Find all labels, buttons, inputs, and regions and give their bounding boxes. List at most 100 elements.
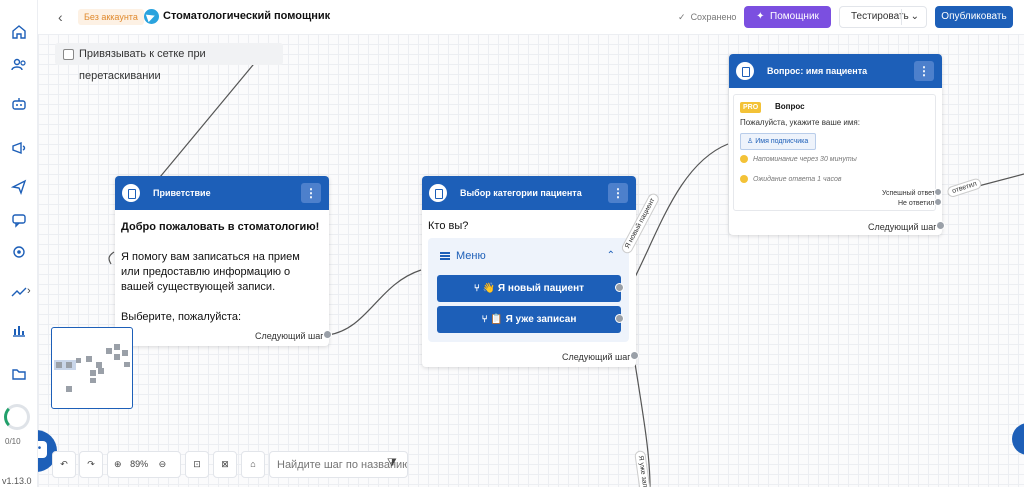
sidebar-expand-icon[interactable]: › [27,285,31,297]
analytics-icon[interactable] [11,284,27,300]
fit-view-icon[interactable]: ⊡ [185,451,209,478]
reminder-option: Напоминание через 30 минуты [740,155,857,163]
minimap-node [66,386,72,392]
menu-button-booked-label: 📋 Я уже записан [490,314,577,325]
folder-icon[interactable] [11,366,27,382]
zoom-out-icon[interactable]: ⊖ [159,459,167,469]
test-divider [901,9,902,25]
menu-icon [440,252,450,261]
edge-welcome-to-category [327,269,422,336]
onboarding-progress-ring[interactable] [4,404,30,430]
snap-to-grid-toggle[interactable]: Привязывать к сетке при перетаскивании [55,43,283,82]
menu-button-new-patient[interactable]: ⑂ 👋 Я новый пациент [437,275,621,302]
node-welcome-menu-button[interactable]: ⋮ [301,183,321,203]
onboarding-progress-label: 0/10 [5,437,21,446]
filter-icon[interactable]: ⧩ [387,457,397,470]
node-welcome-header[interactable]: Приветствие ⋮ [115,176,329,210]
save-status: ✓ Сохранено [678,12,736,23]
snap-checkbox[interactable] [63,49,74,60]
menu-label: Меню [456,250,486,262]
minimap-node [56,362,62,368]
integrations-icon[interactable] [11,244,27,260]
chevron-down-icon[interactable]: ⌄ [911,7,919,27]
category-menu: Меню ⌃ ⑂ 👋 Я новый пациент ⑂ 📋 Я уже зап… [428,238,629,342]
zoom-level: 89% [130,459,149,469]
variable-chip[interactable]: ♙ Имя подписчика [740,133,816,150]
zoom-control: ⊕ 89% ⊖ [107,451,181,478]
chevron-up-icon[interactable]: ⌃ [607,250,615,261]
zoom-in-icon[interactable]: ⊕ [114,459,122,469]
app-version: v1.13.0 [2,476,32,486]
tag-icon[interactable]: ⌂ [241,451,265,478]
node-name-question[interactable]: Вопрос: имя пациента ⋮ PRO Вопрос Пожалу… [729,54,945,235]
node-name-menu-button[interactable]: ⋮ [914,61,934,81]
home-icon[interactable] [11,24,27,40]
new-patient-output-handle[interactable] [615,283,624,292]
node-name-output-handle[interactable] [936,221,945,230]
node-name-next-step: Следующий шаг [868,222,937,232]
category-question: Кто вы? [428,220,469,232]
user-icon: ♙ [747,138,754,145]
check-icon: ✓ [678,12,686,22]
minimap[interactable] [51,327,133,409]
node-welcome-title: Приветствие [153,188,211,198]
minimap-node [90,370,96,376]
node-category-output-handle[interactable] [630,351,639,360]
minimap-node [66,362,72,368]
save-status-label: Сохранено [690,12,737,22]
output-success-handle[interactable] [934,188,942,196]
node-welcome-next-step: Следующий шаг [255,331,324,341]
flow-canvas[interactable]: Привязывать к сетке при перетаскивании П… [38,34,1024,487]
pro-badge: PRO [740,102,762,113]
node-welcome[interactable]: Приветствие ⋮ Добро пожаловать в стомато… [115,176,332,346]
users-icon[interactable] [11,57,27,73]
wait-option-label: Ожидание ответа 1 часов [753,175,842,183]
question-text: Пожалуйста, укажите ваше имя: [740,118,860,127]
reminder-option-label: Напоминание через 30 минуты [753,155,857,163]
branch-icon: ⑂ [473,283,480,294]
redo-icon[interactable]: ↷ [79,451,103,478]
node-welcome-body: Добро пожаловать в стоматологию! Я помог… [121,220,321,340]
account-badge[interactable]: Без аккаунта [78,9,144,25]
minimap-node [122,350,128,356]
broadcast-icon[interactable] [11,140,27,156]
menu-button-booked[interactable]: ⑂ 📋 Я уже записан [437,306,621,333]
node-category-menu-button[interactable]: ⋮ [608,183,628,203]
send-icon[interactable] [10,179,27,196]
menu-header[interactable]: Меню [440,250,486,262]
bot-icon[interactable] [11,96,27,112]
bot-title[interactable]: Стоматологический помощник [163,10,330,22]
branch-icon: ⑂ [481,314,488,325]
chevron-left-icon[interactable]: ‹ [58,9,63,25]
output-no-answer-label: Не ответил [898,200,935,207]
booked-output-handle[interactable] [615,314,624,323]
test-button[interactable]: Тестировать ⌄ [839,6,927,28]
minimap-node [124,362,130,367]
chart-icon[interactable] [11,322,27,338]
variable-chip-label: Имя подписчика [755,138,809,145]
edge-top-to-welcome [159,58,259,178]
helper-button[interactable]: ✦ Помощник [744,6,831,28]
minimap-node [106,348,112,354]
output-no-answer-handle[interactable] [934,198,942,206]
clock-icon [740,175,748,183]
node-category[interactable]: Выбор категории пациента ⋮ Кто вы? Меню … [422,176,639,367]
export-icon[interactable]: ⊠ [213,451,237,478]
node-name-title: Вопрос: имя пациента [767,66,868,76]
node-name-header[interactable]: Вопрос: имя пациента ⋮ [729,54,942,88]
welcome-prompt: Выберите, пожалуйста: [121,311,242,323]
node-welcome-output-handle[interactable] [323,330,332,339]
minimap-node [98,368,104,374]
app-root: › 0/10 v1.13.0 ‹ Без аккаунта Стоматолог… [0,0,1024,487]
sidebar: › 0/10 v1.13.0 [0,0,38,487]
undo-icon[interactable]: ↶ [52,451,76,478]
output-success-label: Успешный ответ [882,190,935,197]
node-category-next-step: Следующий шаг [562,352,631,362]
telegram-icon [144,9,159,24]
welcome-heading: Добро пожаловать в стоматологию! [121,221,320,233]
node-category-header[interactable]: Выбор категории пациента ⋮ [422,176,636,210]
menu-button-new-patient-label: 👋 Я новый пациент [482,283,585,294]
chat-icon[interactable] [11,212,27,228]
publish-button[interactable]: Опубликовать [935,6,1013,28]
minimap-node [86,356,92,362]
